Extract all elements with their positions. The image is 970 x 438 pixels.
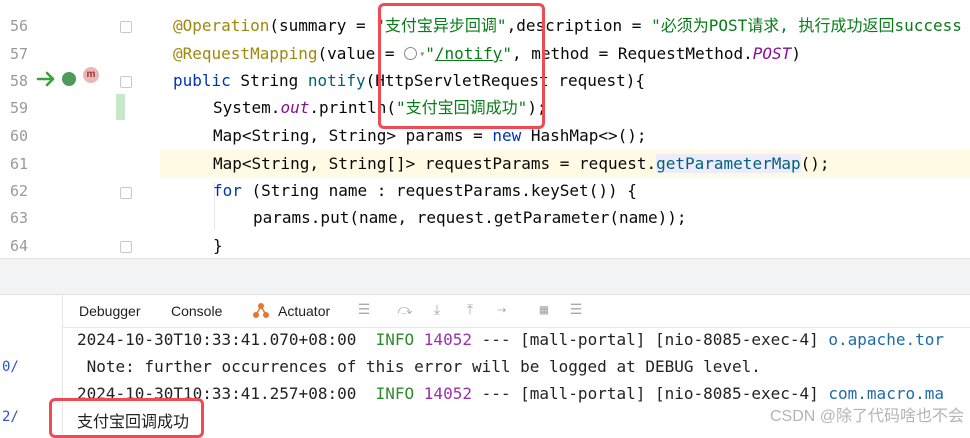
actuator-icon[interactable] <box>252 302 270 320</box>
log-level: INFO <box>375 330 415 349</box>
line-number: 57 <box>9 45 28 63</box>
highlight-box <box>49 398 204 438</box>
tab-console[interactable]: Console <box>171 303 222 319</box>
line-number: 64 <box>9 237 28 255</box>
request-mapping-icon[interactable]: m <box>83 67 99 83</box>
highlight-box <box>378 3 545 129</box>
method-call: getParameterMap <box>656 154 801 173</box>
description-string: "必须为POST请求, 执行成功返回success <box>651 16 962 35</box>
run-arrow-icon[interactable] <box>36 68 58 90</box>
out-field: out <box>280 98 310 117</box>
fold-marker-icon[interactable] <box>120 21 132 33</box>
code-line-64: } <box>213 232 223 258</box>
line-number: 60 <box>9 127 28 145</box>
fold-marker-icon[interactable] <box>120 241 132 253</box>
code-token: String <box>230 71 308 90</box>
editor-gutter: 56 57 58 59 60 61 62 63 64 m <box>0 0 160 258</box>
logger-class-link[interactable]: com.macro.ma <box>828 384 944 403</box>
frame-fragment[interactable]: 0/ <box>2 359 19 375</box>
step-into-icon[interactable]: ⤓ <box>429 303 445 317</box>
step-over-icon[interactable]: ⤼ <box>397 303 413 317</box>
line-number: 56 <box>9 17 28 35</box>
tool-window-tabs: Debugger Console Actuator ☰ ⤼ ⤓ ⤒ ⇢ ▦ ☰ <box>63 295 970 328</box>
tab-debugger[interactable]: Debugger <box>79 303 141 319</box>
code-line-62: for (String name : requestParams.keySet(… <box>213 177 637 205</box>
line-number: 62 <box>9 182 28 200</box>
method-name: notify <box>307 71 366 90</box>
line-number: 59 <box>9 99 28 117</box>
console-text: --- [mall-portal] [nio-8085-exec-4] <box>471 384 829 403</box>
panel-divider[interactable] <box>0 258 970 295</box>
code-line-56: @Operation(summary = "支付宝异步回调",descripti… <box>173 12 962 40</box>
console-line: Note: further occurrences of this error … <box>77 357 761 376</box>
post-constant: POST <box>752 44 792 63</box>
frame-fragment[interactable]: 2/ <box>2 409 19 425</box>
code-token: params.put(name, request.getParameter(na… <box>253 208 687 227</box>
code-token: (); <box>800 154 830 173</box>
evaluate-icon[interactable]: ▦ <box>536 303 552 317</box>
watermark: CSDN @除了代码啥也不会 <box>769 408 964 425</box>
keyword-token: public <box>173 71 231 90</box>
step-out-icon[interactable]: ⤒ <box>462 303 478 317</box>
code-token: } <box>213 236 223 255</box>
log-level: INFO <box>375 384 415 403</box>
fold-marker-icon[interactable] <box>120 187 132 199</box>
annotation-token: @RequestMapping <box>173 44 318 63</box>
code-token: (summary = <box>269 16 376 35</box>
spring-bean-icon[interactable] <box>62 72 76 86</box>
code-token: Map<String, String[]> requestParams = re… <box>213 154 657 173</box>
keyword-token: for <box>213 181 242 200</box>
timestamp: 2024-10-30T10:33:41.070+08:00 <box>77 330 357 349</box>
console-line: 2024-10-30T10:33:41.070+08:00 INFO 14052… <box>77 327 944 353</box>
line-number: 63 <box>9 209 28 227</box>
console-text: --- [mall-portal] [nio-8085-exec-4] <box>471 330 829 349</box>
fold-marker-icon[interactable] <box>120 76 132 88</box>
code-token: System. <box>213 98 281 117</box>
more-icon[interactable]: ☰ <box>568 303 584 317</box>
line-number: 61 <box>9 155 28 173</box>
tab-actuator[interactable]: Actuator <box>278 303 330 319</box>
vcs-change-marker <box>116 94 125 120</box>
logger-class-link[interactable]: o.apache.tor <box>828 330 944 349</box>
run-to-cursor-icon[interactable]: ⇢ <box>494 303 510 317</box>
code-line-61: Map<String, String[]> requestParams = re… <box>213 150 830 178</box>
process-id: 14052 <box>423 384 472 403</box>
code-token: (String name : requestParams.keySet()) { <box>241 181 637 200</box>
code-line-63: params.put(name, request.getParameter(na… <box>253 204 686 232</box>
code-token: ) <box>791 44 801 63</box>
code-token: , method = RequestMethod. <box>511 44 753 63</box>
line-number: 58 <box>9 72 28 90</box>
process-id: 14052 <box>423 330 472 349</box>
menu-lines-icon[interactable]: ☰ <box>356 303 372 317</box>
annotation-token: @Operation <box>173 16 270 35</box>
